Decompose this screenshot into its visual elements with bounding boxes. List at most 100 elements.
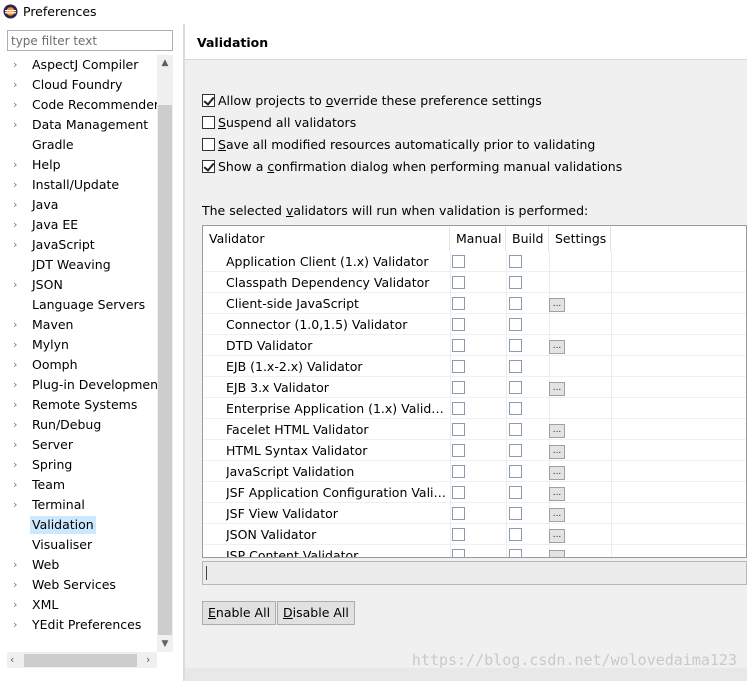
tree-item-team[interactable]: › Team xyxy=(0,475,157,495)
vertical-scroll-thumb[interactable] xyxy=(158,105,172,635)
chevron-right-icon[interactable]: › xyxy=(13,58,23,72)
scroll-left-icon[interactable]: ‹ xyxy=(10,653,14,666)
tree-item-aspectj-compiler[interactable]: › AspectJ Compiler xyxy=(0,55,157,75)
chevron-right-icon[interactable]: › xyxy=(13,338,23,352)
chevron-right-icon[interactable]: › xyxy=(13,238,23,252)
table-row[interactable]: Facelet HTML Validator... xyxy=(203,419,746,440)
chevron-right-icon[interactable]: › xyxy=(13,318,23,332)
column-header-build[interactable]: Build xyxy=(506,226,549,251)
horizontal-scroll-thumb[interactable] xyxy=(24,654,137,667)
tree-item-code-recommenders[interactable]: › Code Recommenders xyxy=(0,95,157,115)
table-row[interactable]: Enterprise Application (1.x) Validator xyxy=(203,398,746,419)
chevron-right-icon[interactable]: › xyxy=(13,218,23,232)
column-header-validator[interactable]: Validator xyxy=(203,226,450,251)
settings-button[interactable]: ... xyxy=(549,529,565,543)
scroll-up-icon[interactable]: ▲ xyxy=(160,58,170,68)
table-row[interactable]: JSF Application Configuration Valida....… xyxy=(203,482,746,503)
tree-item-visualiser[interactable]: Visualiser xyxy=(0,535,157,555)
tree-item-gradle[interactable]: Gradle xyxy=(0,135,157,155)
tree-item-spring[interactable]: › Spring xyxy=(0,455,157,475)
tree-item-install-update[interactable]: › Install/Update xyxy=(0,175,157,195)
chevron-right-icon[interactable]: › xyxy=(13,198,23,212)
tree-item-json[interactable]: › JSON xyxy=(0,275,157,295)
tree-vertical-scrollbar[interactable]: ▲ ▼ xyxy=(157,55,173,652)
settings-button[interactable]: ... xyxy=(549,445,565,459)
manual-checkbox[interactable] xyxy=(452,423,465,436)
table-row[interactable]: JSP Content Validator... xyxy=(203,545,746,557)
build-checkbox[interactable] xyxy=(509,318,522,331)
chevron-right-icon[interactable]: › xyxy=(13,498,23,512)
build-checkbox[interactable] xyxy=(509,339,522,352)
chevron-right-icon[interactable]: › xyxy=(13,418,23,432)
chevron-right-icon[interactable]: › xyxy=(13,398,23,412)
table-row[interactable]: HTML Syntax Validator... xyxy=(203,440,746,461)
settings-button[interactable]: ... xyxy=(549,382,565,396)
tree-item-language-servers[interactable]: Language Servers xyxy=(0,295,157,315)
manual-checkbox[interactable] xyxy=(452,549,465,557)
tree-item-plug-in-development[interactable]: › Plug-in Development xyxy=(0,375,157,395)
build-checkbox[interactable] xyxy=(509,486,522,499)
settings-button[interactable]: ... xyxy=(549,424,565,438)
manual-checkbox[interactable] xyxy=(452,318,465,331)
tree-item-terminal[interactable]: › Terminal xyxy=(0,495,157,515)
checkbox[interactable] xyxy=(202,160,215,173)
chevron-right-icon[interactable]: › xyxy=(13,558,23,572)
build-checkbox[interactable] xyxy=(509,549,522,557)
settings-button[interactable]: ... xyxy=(549,298,565,312)
table-row[interactable]: EJB 3.x Validator... xyxy=(203,377,746,398)
chevron-right-icon[interactable]: › xyxy=(13,358,23,372)
tree-item-mylyn[interactable]: › Mylyn xyxy=(0,335,157,355)
build-checkbox[interactable] xyxy=(509,255,522,268)
checkbox[interactable] xyxy=(202,116,215,129)
manual-checkbox[interactable] xyxy=(452,465,465,478)
enable-all-button[interactable]: Enable All xyxy=(202,601,277,625)
manual-checkbox[interactable] xyxy=(452,297,465,310)
column-header-manual[interactable]: Manual xyxy=(450,226,506,251)
table-row[interactable]: EJB (1.x-2.x) Validator xyxy=(203,356,746,377)
table-row[interactable]: Connector (1.0,1.5) Validator xyxy=(203,314,746,335)
table-row[interactable]: JSON Validator... xyxy=(203,524,746,545)
settings-button[interactable]: ... xyxy=(549,487,565,501)
chevron-right-icon[interactable]: › xyxy=(13,598,23,612)
chevron-right-icon[interactable]: › xyxy=(13,458,23,472)
build-checkbox[interactable] xyxy=(509,444,522,457)
tree-item-xml[interactable]: › XML xyxy=(0,595,157,615)
manual-checkbox[interactable] xyxy=(452,507,465,520)
chevron-right-icon[interactable]: › xyxy=(13,158,23,172)
chevron-right-icon[interactable]: › xyxy=(13,618,23,632)
build-checkbox[interactable] xyxy=(509,423,522,436)
table-row[interactable]: DTD Validator... xyxy=(203,335,746,356)
tree-item-data-management[interactable]: › Data Management xyxy=(0,115,157,135)
checkbox[interactable] xyxy=(202,138,215,151)
status-text-field[interactable] xyxy=(202,561,747,585)
tree-item-cloud-foundry[interactable]: › Cloud Foundry xyxy=(0,75,157,95)
settings-button[interactable]: ... xyxy=(549,508,565,522)
manual-checkbox[interactable] xyxy=(452,276,465,289)
chevron-right-icon[interactable]: › xyxy=(13,78,23,92)
tree-item-web-services[interactable]: › Web Services xyxy=(0,575,157,595)
build-checkbox[interactable] xyxy=(509,507,522,520)
build-checkbox[interactable] xyxy=(509,276,522,289)
chevron-right-icon[interactable]: › xyxy=(13,118,23,132)
manual-checkbox[interactable] xyxy=(452,360,465,373)
chevron-right-icon[interactable]: › xyxy=(13,278,23,292)
disable-all-button[interactable]: Disable All xyxy=(277,601,355,625)
chevron-right-icon[interactable]: › xyxy=(13,438,23,452)
tree-item-jdt-weaving[interactable]: JDT Weaving xyxy=(0,255,157,275)
settings-button[interactable]: ... xyxy=(549,466,565,480)
scroll-down-icon[interactable]: ▼ xyxy=(160,639,170,649)
manual-checkbox[interactable] xyxy=(452,402,465,415)
table-row[interactable]: Application Client (1.x) Validator xyxy=(203,251,746,272)
manual-checkbox[interactable] xyxy=(452,339,465,352)
tree-item-javascript[interactable]: › JavaScript xyxy=(0,235,157,255)
chevron-right-icon[interactable]: › xyxy=(13,478,23,492)
tree-item-web[interactable]: › Web xyxy=(0,555,157,575)
manual-checkbox[interactable] xyxy=(452,528,465,541)
tree-item-oomph[interactable]: › Oomph xyxy=(0,355,157,375)
build-checkbox[interactable] xyxy=(509,402,522,415)
filter-input[interactable] xyxy=(7,30,173,51)
column-header-settings[interactable]: Settings xyxy=(549,226,611,251)
checkbox[interactable] xyxy=(202,94,215,107)
tree-item-maven[interactable]: › Maven xyxy=(0,315,157,335)
settings-button[interactable]: ... xyxy=(549,340,565,354)
